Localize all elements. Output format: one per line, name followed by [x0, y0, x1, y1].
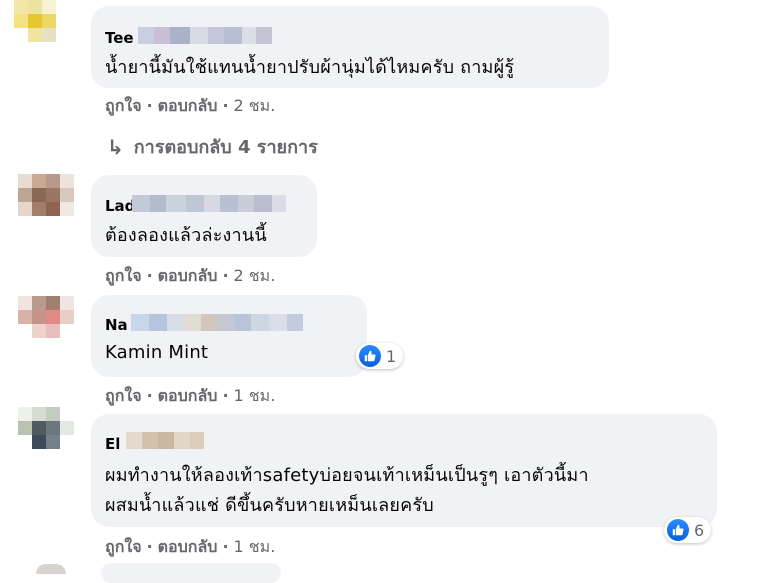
- separator: ·: [146, 96, 153, 115]
- timestamp[interactable]: 2 ชม.: [234, 266, 276, 285]
- comment-text: ผสมน้ำแล้วแช่ ดีขึ้นครับหายเหม็นเลยครับ: [105, 495, 434, 516]
- blurred-name: [131, 314, 303, 331]
- comment-author[interactable]: El: [105, 435, 120, 453]
- separator: ·: [146, 266, 153, 285]
- blurred-name: [126, 432, 204, 449]
- reply-arrow-icon: ↳: [107, 134, 124, 159]
- timestamp[interactable]: 1 ชม.: [234, 386, 276, 405]
- timestamp[interactable]: 1 ชม.: [234, 537, 276, 556]
- comment-text: น้ำยานี้มันใช้แทนน้ำยาปรับผ้านุ่มได้ไหมค…: [105, 57, 515, 78]
- comment-author[interactable]: Na: [105, 316, 128, 334]
- view-replies-link[interactable]: ↳ การตอบกลับ 4 รายการ: [107, 132, 318, 161]
- comment-bubble: [91, 295, 367, 377]
- reply-link[interactable]: ตอบกลับ: [158, 537, 218, 556]
- like-icon: [667, 519, 689, 541]
- like-link[interactable]: ถูกใจ: [105, 537, 142, 556]
- separator: ·: [146, 537, 153, 556]
- comment-text: Kamin Mint: [105, 342, 209, 363]
- like-link[interactable]: ถูกใจ: [105, 386, 142, 405]
- separator: ·: [222, 386, 229, 405]
- comment-actions: ถูกใจ · ตอบกลับ · 1 ชม.: [105, 535, 275, 560]
- separator: ·: [146, 386, 153, 405]
- like-link[interactable]: ถูกใจ: [105, 96, 142, 115]
- avatar[interactable]: [18, 296, 74, 352]
- comment-text: ต้องลองแล้วล่ะงานนี้: [105, 225, 267, 246]
- avatar[interactable]: [18, 407, 74, 463]
- avatar[interactable]: [14, 0, 70, 56]
- comment-bubble: [101, 563, 281, 583]
- reaction-count: 6: [694, 520, 705, 540]
- comment-actions: ถูกใจ · ตอบกลับ · 2 ชม.: [105, 94, 275, 119]
- avatar[interactable]: [18, 174, 74, 230]
- avatar[interactable]: [36, 564, 66, 574]
- like-icon: [359, 345, 381, 367]
- blurred-name: [138, 27, 272, 44]
- reply-link[interactable]: ตอบกลับ: [158, 96, 218, 115]
- replies-label: การตอบกลับ 4 รายการ: [133, 137, 318, 158]
- separator: ·: [222, 266, 229, 285]
- reply-link[interactable]: ตอบกลับ: [158, 386, 218, 405]
- like-link[interactable]: ถูกใจ: [105, 266, 142, 285]
- timestamp[interactable]: 2 ชม.: [234, 96, 276, 115]
- reaction-count: 1: [386, 346, 397, 366]
- reaction-badge[interactable]: 1: [356, 343, 404, 369]
- comment-author[interactable]: Tee: [105, 29, 134, 47]
- reaction-badge[interactable]: 6: [664, 517, 712, 543]
- reply-link[interactable]: ตอบกลับ: [158, 266, 218, 285]
- separator: ·: [222, 96, 229, 115]
- separator: ·: [222, 537, 229, 556]
- comment-text: ผมทำงานให้ลองเท้าsafetyบ่อยจนเท้าเหม็นเป…: [105, 465, 589, 486]
- blurred-name: [132, 195, 286, 212]
- comment-actions: ถูกใจ · ตอบกลับ · 2 ชม.: [105, 264, 275, 289]
- comment-actions: ถูกใจ · ตอบกลับ · 1 ชม.: [105, 384, 275, 409]
